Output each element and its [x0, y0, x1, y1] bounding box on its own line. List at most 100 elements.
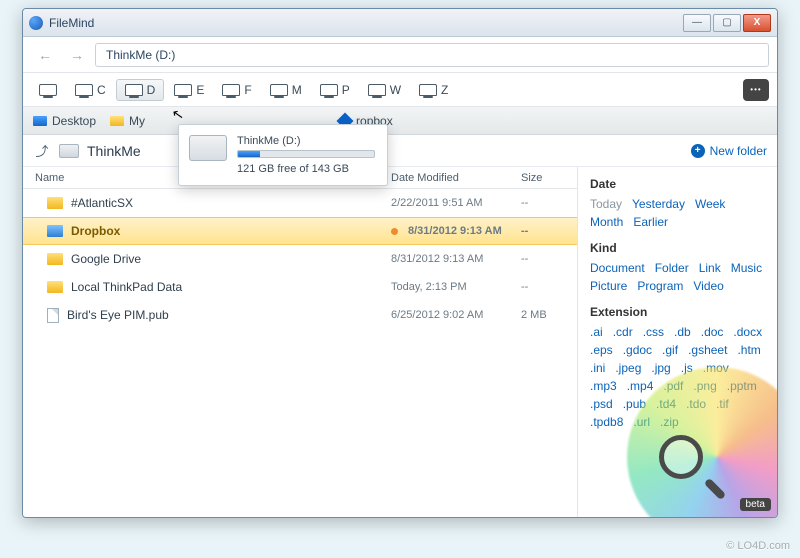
desktop-icon	[33, 116, 47, 126]
filter-ext[interactable]: .jpeg	[615, 361, 641, 375]
folder-icon	[110, 116, 124, 126]
drive-p[interactable]: P	[312, 80, 358, 100]
drive-icon	[368, 84, 386, 96]
space-bar	[237, 150, 375, 158]
file-row[interactable]: Google Drive 8/31/2012 9:13 AM --	[23, 245, 577, 273]
kind-filters: Document Folder Link Music Picture Progr…	[590, 261, 765, 293]
filter-ext[interactable]: .gdoc	[623, 343, 652, 357]
filter-music[interactable]: Music	[731, 261, 762, 275]
filter-video[interactable]: Video	[693, 279, 723, 293]
magnifier-icon	[659, 435, 721, 497]
folder-icon	[47, 281, 63, 293]
file-row[interactable]: #AtlanticSX 2/22/2011 9:51 AM --	[23, 189, 577, 217]
filter-sidebar: Date Today Yesterday Week Month Earlier …	[577, 167, 777, 517]
drive-tooltip: ThinkMe (D:) 121 GB free of 143 GB	[178, 124, 388, 186]
drive-c[interactable]: C	[67, 80, 114, 100]
sync-dot-icon	[391, 228, 398, 235]
filter-program[interactable]: Program	[637, 279, 683, 293]
filter-ext[interactable]: .eps	[590, 343, 613, 357]
filter-ext[interactable]: .gif	[662, 343, 678, 357]
desktop-drive-button[interactable]	[31, 81, 65, 99]
titlebar[interactable]: FileMind — ▢ X	[23, 9, 777, 37]
up-button[interactable]: ⤴	[33, 142, 51, 160]
filter-ext[interactable]: .gsheet	[688, 343, 727, 357]
filter-today[interactable]: Today	[590, 197, 622, 211]
hdd-icon	[189, 135, 227, 161]
feedback-button[interactable]: •••	[743, 79, 769, 101]
drive-icon	[419, 84, 437, 96]
extension-heading: Extension	[590, 305, 765, 319]
file-row-selected[interactable]: Dropbox 8/31/2012 9:13 AM --	[23, 217, 577, 245]
new-folder-button[interactable]: +New folder	[691, 144, 767, 158]
filter-ext[interactable]: .psd	[590, 397, 613, 411]
location-name: ThinkMe	[87, 143, 141, 159]
file-icon	[47, 308, 59, 323]
window-title: FileMind	[49, 16, 94, 30]
address-bar[interactable]: ThinkMe (D:)	[95, 43, 769, 67]
folder-icon	[47, 197, 63, 209]
drive-icon	[75, 84, 93, 96]
filter-folder[interactable]: Folder	[655, 261, 689, 275]
breadcrumb-desktop[interactable]: Desktop	[33, 114, 96, 128]
filter-ext[interactable]: .ini	[590, 361, 605, 375]
address-text: ThinkMe (D:)	[106, 48, 175, 62]
address-row: ← → ThinkMe (D:)	[23, 37, 777, 73]
drive-f[interactable]: F	[214, 80, 259, 100]
drive-d[interactable]: D	[116, 79, 165, 101]
file-list-pane: Name▲ Date Modified Size #AtlanticSX 2/2…	[23, 167, 577, 517]
filter-ext[interactable]: .htm	[737, 343, 760, 357]
app-icon	[29, 16, 43, 30]
drive-z[interactable]: Z	[411, 80, 456, 100]
plus-icon: +	[691, 144, 705, 158]
close-button[interactable]: X	[743, 14, 771, 32]
main-area: Name▲ Date Modified Size #AtlanticSX 2/2…	[23, 167, 777, 517]
dropbox-folder-icon	[47, 225, 63, 237]
drive-icon	[125, 84, 143, 96]
drive-m[interactable]: M	[262, 80, 310, 100]
col-size[interactable]: Size	[521, 172, 577, 184]
filter-link[interactable]: Link	[699, 261, 721, 275]
date-heading: Date	[590, 177, 765, 191]
forward-button[interactable]: →	[63, 42, 91, 68]
app-window: FileMind — ▢ X ← → ThinkMe (D:) C D E F …	[22, 8, 778, 518]
watermark: © LO4D.com	[726, 540, 790, 552]
drive-icon	[59, 144, 79, 158]
filter-ext[interactable]: .jpg	[651, 361, 670, 375]
filter-ext[interactable]: .tpdb8	[590, 415, 623, 429]
filter-month[interactable]: Month	[590, 215, 623, 229]
filter-ext[interactable]: .mp4	[627, 379, 654, 393]
drives-row: C D E F M P W Z •••	[23, 73, 777, 107]
filter-document[interactable]: Document	[590, 261, 645, 275]
filter-ext[interactable]: .mp3	[590, 379, 617, 393]
filter-ext[interactable]: .ai	[590, 325, 603, 339]
drive-icon	[320, 84, 338, 96]
col-date[interactable]: Date Modified	[391, 172, 521, 184]
minimize-button[interactable]: —	[683, 14, 711, 32]
filter-picture[interactable]: Picture	[590, 279, 627, 293]
drive-w[interactable]: W	[360, 80, 409, 100]
monitor-icon	[39, 84, 57, 96]
beta-badge: beta	[740, 498, 771, 511]
filter-ext[interactable]: .cdr	[613, 325, 633, 339]
filter-week[interactable]: Week	[695, 197, 725, 211]
filter-ext[interactable]: .css	[643, 325, 664, 339]
breadcrumb-row: Desktop My ropbox	[23, 107, 777, 135]
filter-yesterday[interactable]: Yesterday	[632, 197, 685, 211]
drive-icon	[174, 84, 192, 96]
folder-icon	[47, 253, 63, 265]
file-row[interactable]: Bird's Eye PIM.pub 6/25/2012 9:02 AM 2 M…	[23, 301, 577, 329]
back-button[interactable]: ←	[31, 42, 59, 68]
maximize-button[interactable]: ▢	[713, 14, 741, 32]
breadcrumb-mycomputer[interactable]: My	[110, 114, 145, 128]
drive-icon	[270, 84, 288, 96]
date-filters: Today Yesterday Week Month Earlier	[590, 197, 765, 229]
filter-ext[interactable]: .docx	[733, 325, 762, 339]
drive-e[interactable]: E	[166, 80, 212, 100]
file-row[interactable]: Local ThinkPad Data Today, 2:13 PM --	[23, 273, 577, 301]
drive-icon	[222, 84, 240, 96]
file-rows: #AtlanticSX 2/22/2011 9:51 AM -- Dropbox…	[23, 189, 577, 517]
tooltip-free: 121 GB free of 143 GB	[237, 163, 375, 175]
filter-ext[interactable]: .db	[674, 325, 691, 339]
filter-earlier[interactable]: Earlier	[633, 215, 668, 229]
filter-ext[interactable]: .doc	[701, 325, 724, 339]
